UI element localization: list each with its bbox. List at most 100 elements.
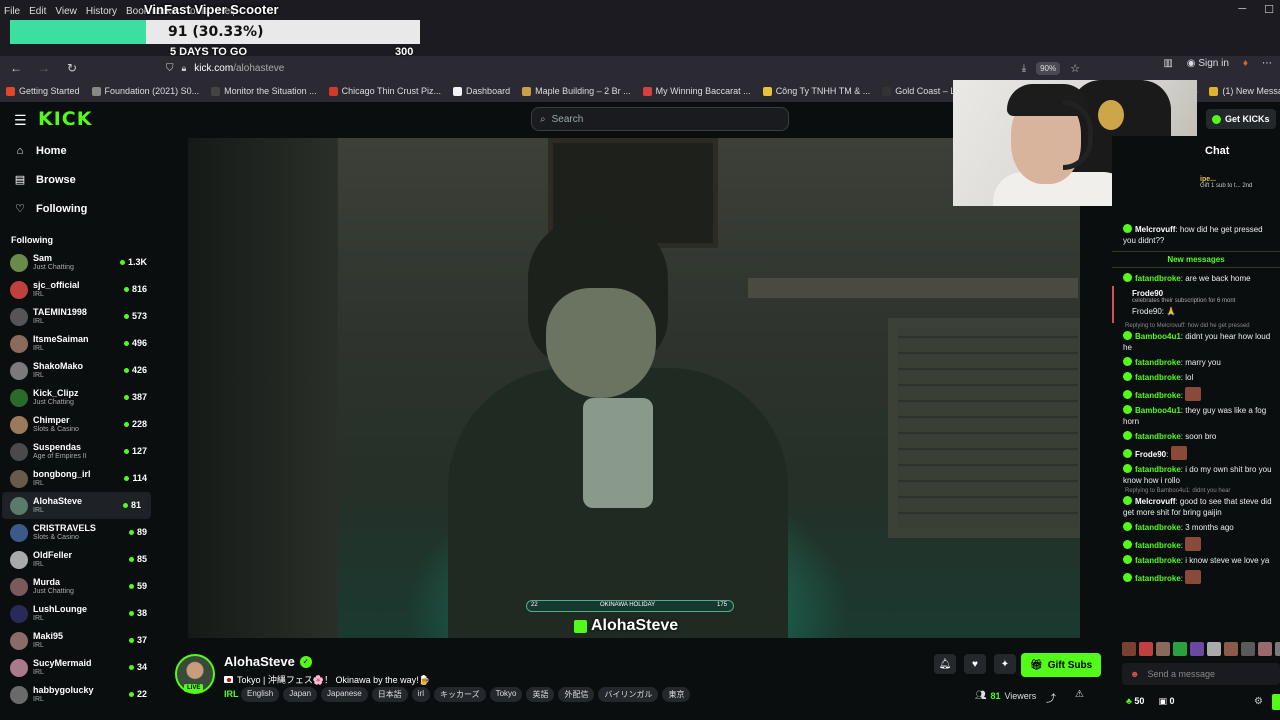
pinned-message[interactable]: ipe... Gift 1 sub to t... 2nd (1200, 176, 1280, 189)
bookmark-item[interactable]: Foundation (2021) S0... (91, 86, 199, 96)
stream-category[interactable]: IRL (224, 689, 239, 699)
sidebar-channel[interactable]: habbygolucky IRL 22 (0, 681, 157, 708)
new-messages-divider[interactable]: New messages (1112, 251, 1280, 268)
emote-icon[interactable] (1139, 642, 1153, 656)
stream-tag[interactable]: Tokyo (489, 687, 523, 702)
sidebar-nav-following[interactable]: ♡ Following (0, 194, 157, 223)
sidebar-channel[interactable]: Suspendas Age of Empires II 127 (0, 438, 157, 465)
sidebar-channel[interactable]: AlohaSteve IRL 81 (2, 492, 151, 519)
chat-username[interactable]: fatandbroke (1135, 541, 1181, 550)
emote-icon[interactable] (1258, 642, 1272, 656)
sidebar-toggle-icon[interactable]: ▥ (1163, 58, 1172, 69)
sparkle-button[interactable]: ✦ (994, 654, 1016, 674)
sidebar-channel[interactable]: TAEMIN1998 IRL 573 (0, 303, 157, 330)
get-kicks-button[interactable]: Get KICKs (1206, 109, 1276, 129)
chat-username[interactable]: Bamboo4u1 (1135, 332, 1181, 341)
bookmark-item[interactable]: Maple Building – 2 Br ... (522, 86, 631, 96)
chat-send-button[interactable] (1272, 694, 1280, 710)
report-icon[interactable]: ⚠ (1075, 689, 1084, 700)
chat-username[interactable]: fatandbroke (1135, 556, 1181, 565)
sub-user[interactable]: Frode90 (1132, 289, 1276, 298)
points-balance[interactable]: ▣ 0 (1158, 696, 1174, 707)
bookmark-item[interactable]: Monitor the Situation ... (211, 86, 317, 96)
back-icon[interactable]: ← (4, 61, 28, 75)
maximize-icon[interactable]: ☐ (1264, 3, 1274, 16)
sidebar-channel[interactable]: Kick_Clipz Just Chatting 387 (0, 384, 157, 411)
bookmark-item[interactable]: My Winning Baccarat ... (642, 86, 751, 96)
share-icon[interactable]: ⤴ (1046, 690, 1056, 705)
sidebar-channel[interactable]: OldFeller IRL 85 (0, 546, 157, 573)
emote-icon[interactable] (1122, 642, 1136, 656)
sidebar-channel[interactable]: LushLounge IRL 38 (0, 600, 157, 627)
chat-username[interactable]: fatandbroke (1135, 523, 1181, 532)
chat-message-input[interactable]: ☻ Send a message (1122, 663, 1280, 685)
follow-button[interactable]: ♥ (964, 654, 986, 674)
emote-icon[interactable] (1190, 642, 1204, 656)
chat-username[interactable]: fatandbroke (1135, 432, 1181, 441)
sidebar-channel[interactable]: bongbong_irl IRL 114 (0, 465, 157, 492)
sidebar-channel[interactable]: sjc_official IRL 816 (0, 276, 157, 303)
lock-icon[interactable]: 🔒︎ (182, 63, 187, 74)
emote-icon[interactable] (1224, 642, 1238, 656)
bookmark-item[interactable]: Dashboard (453, 86, 510, 96)
shield-icon[interactable]: ⛉ (166, 63, 174, 74)
bookmark-item[interactable]: Công Ty TNHH TM & ... (762, 86, 870, 96)
sidebar-channel[interactable]: Chimper Slots & Casino 228 (0, 411, 157, 438)
stream-tag[interactable]: Japan (283, 687, 318, 702)
sidebar-channel[interactable]: Murda Just Chatting 59 (0, 573, 157, 600)
url-bar[interactable]: ⛉ 🔒︎ kick.com/alohasteve ⤓ 90% ☆ (160, 58, 1080, 78)
sidebar-nav-browse[interactable]: ▤ Browse (0, 165, 157, 194)
kick-logo[interactable]: KICK (38, 108, 92, 130)
extensions-menu-icon[interactable]: ⋯ (1262, 58, 1272, 69)
notifications-button[interactable]: 🔔︎ (934, 654, 956, 674)
minimize-icon[interactable]: ─ (1238, 3, 1246, 16)
sidebar-channel[interactable]: ItsmeSaiman IRL 496 (0, 330, 157, 357)
zoom-level[interactable]: 90% (1036, 61, 1061, 75)
kicks-balance[interactable]: ♣ 50 (1126, 696, 1144, 707)
menu-icon[interactable]: ☰ (14, 112, 27, 129)
sign-in-button[interactable]: ◉ Sign in (1187, 58, 1229, 69)
chat-settings-icon[interactable]: ⚙ (1254, 696, 1263, 707)
stream-tag[interactable]: バイリンガル (598, 687, 659, 702)
search-input[interactable]: ⌕ Search (531, 107, 789, 131)
url-text[interactable]: kick.com/alohasteve (194, 63, 284, 74)
chat-username[interactable]: fatandbroke (1135, 574, 1181, 583)
chat-username[interactable]: Frode90 (1135, 450, 1166, 459)
emote-icon[interactable] (1275, 642, 1280, 656)
channel-name[interactable]: AlohaSteve (224, 654, 295, 669)
stream-tag[interactable]: 日本語 (371, 687, 408, 702)
sidebar-channel[interactable]: SucyMermaid IRL 34 (0, 654, 157, 681)
emote-icon[interactable] (1156, 642, 1170, 656)
chat-username[interactable]: Melcrovuff (1135, 497, 1175, 506)
sidebar-channel[interactable]: Sam Just Chatting 1.3K (0, 249, 157, 276)
sidebar-nav-home[interactable]: ⌂ Home (0, 136, 157, 165)
chat-username[interactable]: fatandbroke (1135, 391, 1181, 400)
chat-username[interactable]: fatandbroke (1135, 373, 1181, 382)
bookmark-star-icon[interactable]: ☆ (1070, 62, 1080, 75)
stream-tag[interactable]: English (241, 687, 280, 702)
chat-username[interactable]: Melcrovuff (1135, 225, 1175, 234)
reload-icon[interactable]: ↻ (60, 61, 84, 75)
sidebar-channel[interactable]: CRISTRAVELS Slots & Casino 89 (0, 519, 157, 546)
sidebar-channel[interactable]: ShakoMako IRL 426 (0, 357, 157, 384)
download-icon[interactable]: ⤓ (1022, 63, 1026, 74)
emote-icon[interactable] (1241, 642, 1255, 656)
chat-username[interactable]: fatandbroke (1135, 465, 1181, 474)
gift-subs-button[interactable]: 🎁︎ Gift Subs (1021, 653, 1102, 677)
emote-icon[interactable] (1173, 642, 1187, 656)
bookmark-item[interactable]: Getting Started (6, 86, 80, 96)
chat-username[interactable]: Bamboo4u1 (1135, 406, 1181, 415)
stream-tag[interactable]: irl (411, 687, 430, 702)
stream-tag[interactable]: 外配信 (558, 687, 595, 702)
forward-icon[interactable]: → (32, 61, 56, 75)
stream-tag[interactable]: Japanese (321, 687, 368, 702)
stream-tag[interactable]: 東京 (662, 687, 691, 702)
stream-tag[interactable]: 英語 (526, 687, 555, 702)
sidebar-channel[interactable]: Maki95 IRL 37 (0, 627, 157, 654)
emote-icon[interactable] (1207, 642, 1221, 656)
extension-icon[interactable]: ♦ (1243, 58, 1248, 69)
stream-tag[interactable]: キッカーズ (433, 687, 486, 702)
chat-username[interactable]: fatandbroke (1135, 358, 1181, 367)
video-player[interactable]: 22 OKINAWA HOLIDAY 175 AlohaSteve (188, 138, 1080, 638)
bookmark-item[interactable]: Chicago Thin Crust Piz... (328, 86, 441, 96)
